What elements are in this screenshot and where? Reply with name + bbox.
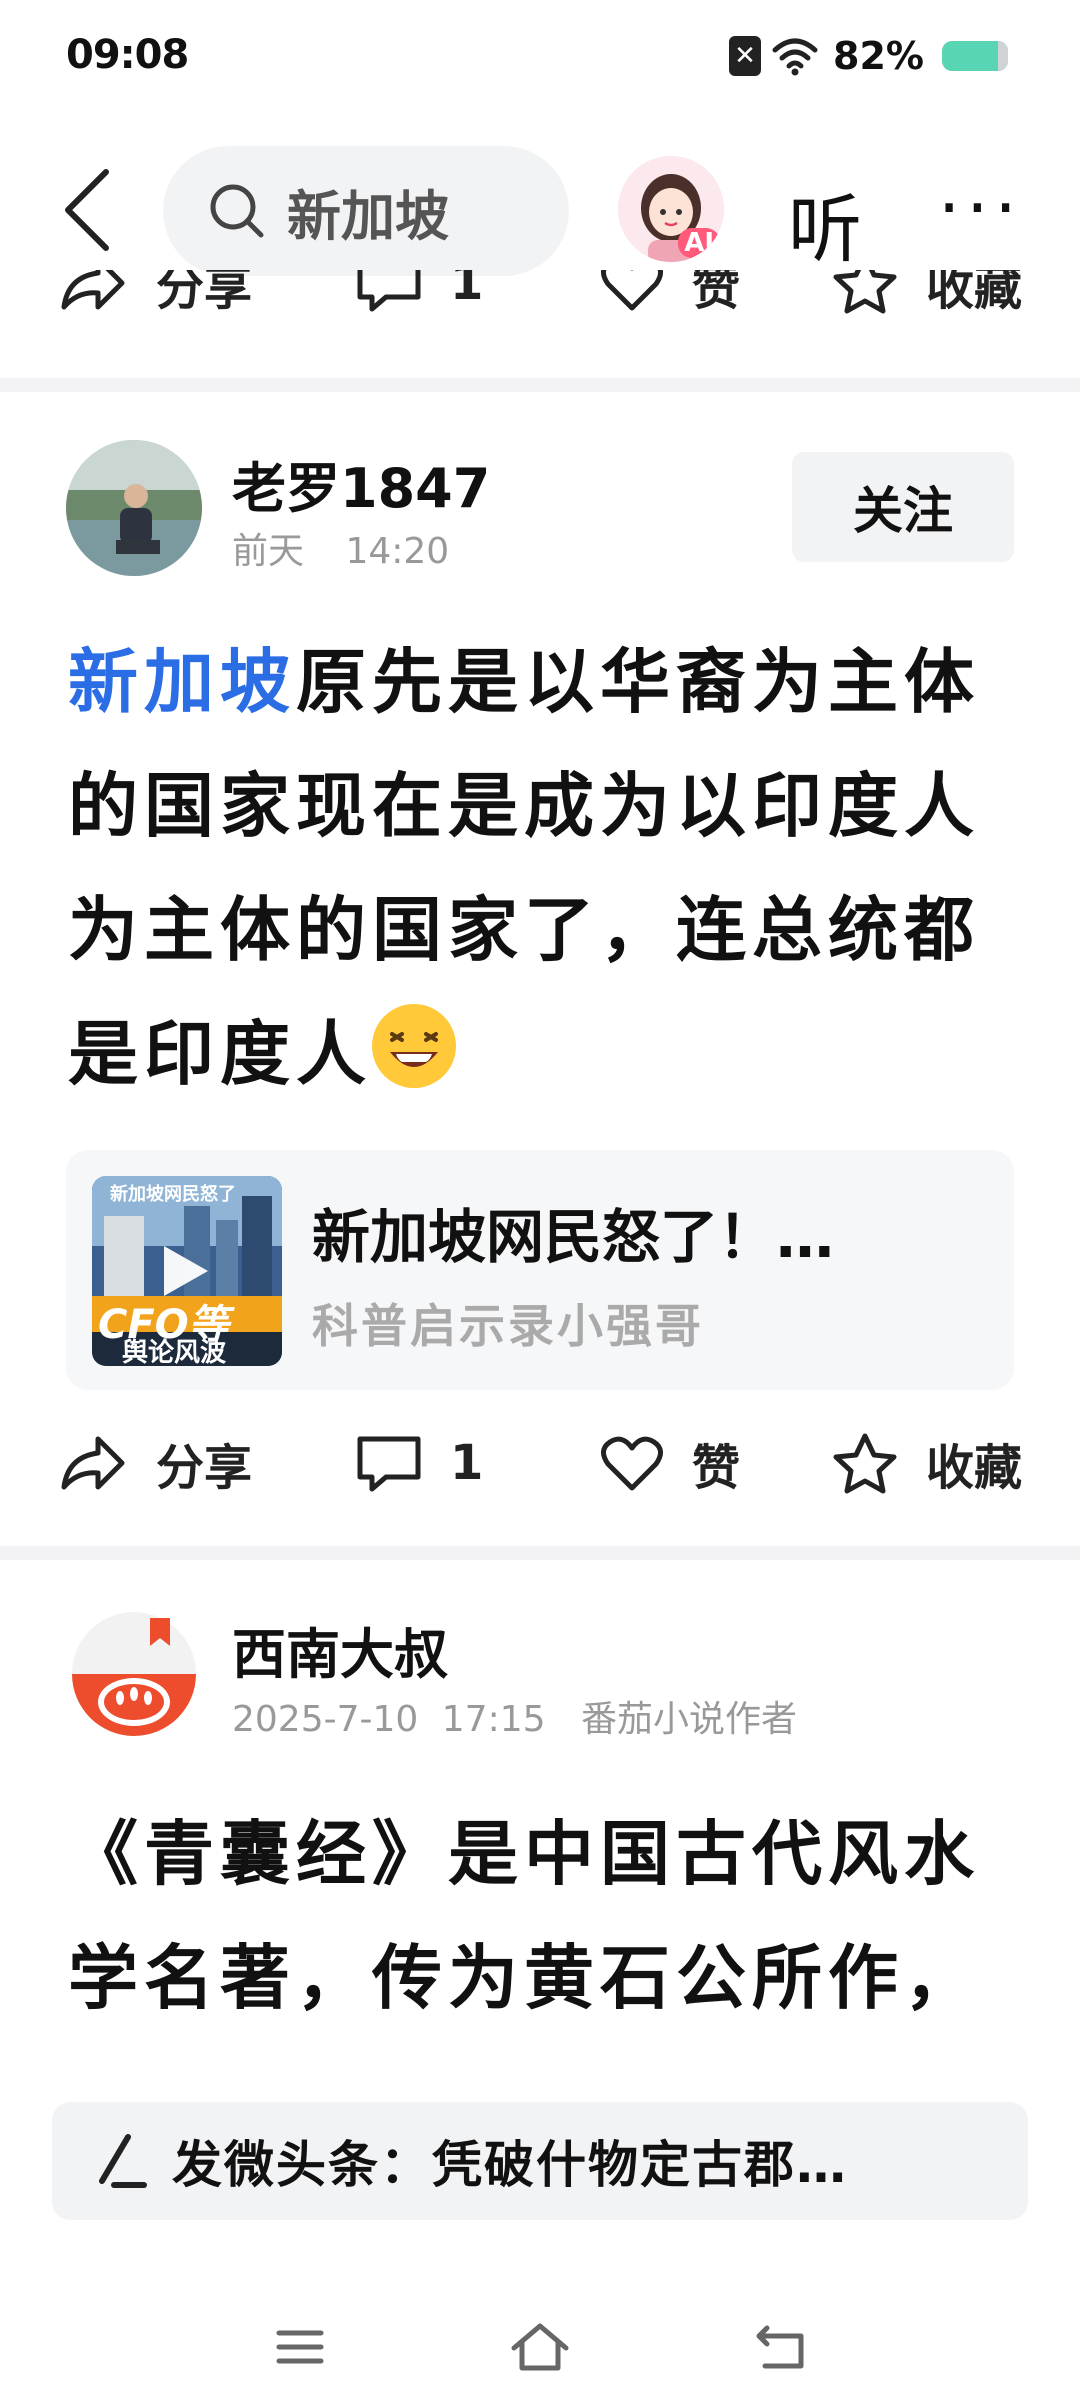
menu-lines-icon bbox=[276, 2330, 324, 2364]
follow-button[interactable]: 关注 bbox=[792, 452, 1014, 562]
share-icon bbox=[61, 270, 125, 310]
heart-icon bbox=[601, 270, 663, 311]
star-icon bbox=[833, 1433, 897, 1494]
like-button-prev[interactable]: 赞 bbox=[600, 270, 740, 318]
laughing-emoji-icon bbox=[372, 1004, 456, 1088]
post-keyword-highlight[interactable]: 新加坡 bbox=[68, 641, 296, 723]
ai-assistant-avatar[interactable]: AI bbox=[618, 156, 724, 262]
star-icon bbox=[833, 270, 897, 314]
post-text[interactable]: 《青囊经》是中国古代风水学名著，传为黄石公所作， bbox=[68, 1792, 1018, 2040]
divider bbox=[0, 378, 1080, 392]
back-nav-icon bbox=[756, 2325, 804, 2369]
search-query: 新加坡 bbox=[287, 184, 449, 248]
system-nav-bar bbox=[0, 2290, 1080, 2400]
favorite-label: 收藏 bbox=[926, 1440, 1023, 1496]
tomato-logo-icon bbox=[66, 1606, 202, 1742]
comment-icon bbox=[357, 270, 421, 312]
back-nav-button[interactable] bbox=[740, 2312, 820, 2382]
linked-video-card[interactable]: 新加坡网民怒了 CFO等 舆论风波 新加坡网民怒了！… 科普启示录小强哥 bbox=[66, 1150, 1014, 1390]
post-date: 前天 bbox=[232, 531, 305, 572]
previous-post-actions: 分享 1 赞 收藏 bbox=[0, 270, 1080, 318]
author-name[interactable]: 老罗1847 bbox=[232, 444, 490, 523]
card-title: 新加坡网民怒了！… bbox=[312, 1203, 835, 1271]
ai-badge: AI bbox=[678, 228, 720, 258]
status-time: 09:08 bbox=[66, 32, 189, 78]
favorite-button[interactable]: 收藏 bbox=[832, 1408, 1022, 1518]
status-icons: ✕ 82% bbox=[729, 34, 1008, 78]
author-avatar[interactable] bbox=[66, 1606, 202, 1742]
comment-count: 1 bbox=[450, 1435, 484, 1491]
comment-count: 1 bbox=[450, 270, 484, 311]
divider bbox=[0, 1546, 1080, 1560]
back-arrow-icon bbox=[65, 169, 109, 251]
pen-icon bbox=[99, 2134, 147, 2188]
home-button[interactable] bbox=[500, 2312, 580, 2382]
status-bar: 09:08 ✕ 82% bbox=[0, 0, 1080, 120]
top-nav: 新加坡 AI 听 ··· bbox=[0, 130, 1080, 290]
back-button[interactable] bbox=[52, 160, 122, 260]
favorite-label: 收藏 bbox=[926, 270, 1023, 316]
battery-percent: 82% bbox=[833, 34, 924, 78]
post-actions: 分享 1 赞 收藏 bbox=[0, 1408, 1080, 1518]
home-icon bbox=[511, 2323, 569, 2371]
compose-text: 发微头条：凭破什物定古郡… bbox=[172, 2136, 848, 2194]
battery-icon bbox=[942, 41, 1008, 71]
share-button-prev[interactable]: 分享 bbox=[58, 270, 252, 318]
wifi-icon bbox=[772, 38, 818, 76]
recents-button[interactable] bbox=[260, 2312, 340, 2382]
post-date: 2025-7-10 bbox=[232, 1699, 419, 1740]
author-name[interactable]: 西南大叔 bbox=[232, 1610, 448, 1689]
no-sim-icon: ✕ bbox=[729, 36, 762, 76]
favorite-button-prev[interactable]: 收藏 bbox=[832, 270, 1022, 318]
listen-button[interactable]: 听 bbox=[788, 170, 862, 277]
like-label: 赞 bbox=[692, 270, 741, 316]
thumb-caption: 新加坡网民怒了 bbox=[110, 1184, 236, 1205]
search-icon bbox=[210, 184, 264, 238]
thumb-overlay-2: 舆论风波 bbox=[122, 1338, 227, 1366]
share-icon bbox=[61, 1436, 125, 1490]
more-menu-button[interactable]: ··· bbox=[938, 173, 1023, 243]
author-avatar[interactable] bbox=[66, 440, 202, 576]
search-box[interactable]: 新加坡 bbox=[163, 146, 569, 276]
video-thumbnail[interactable]: 新加坡网民怒了 CFO等 舆论风波 bbox=[92, 1176, 282, 1366]
comment-button[interactable]: 1 bbox=[356, 1408, 483, 1518]
comment-button-prev[interactable]: 1 bbox=[356, 270, 483, 318]
share-button[interactable]: 分享 bbox=[58, 1408, 252, 1518]
author-tag: 番茄小说作者 bbox=[580, 1699, 797, 1740]
post-text[interactable]: 新加坡原先是以华裔为主体的国家现在是成为以印度人为主体的国家了，连总统都是印度人 bbox=[68, 620, 1018, 1116]
share-label: 分享 bbox=[156, 270, 253, 316]
like-button[interactable]: 赞 bbox=[600, 1408, 740, 1518]
post-time: 17:15 bbox=[441, 1699, 546, 1740]
heart-icon bbox=[601, 1436, 663, 1491]
comment-icon bbox=[357, 1436, 421, 1492]
compose-bar[interactable]: 发微头条：凭破什物定古郡… bbox=[52, 2102, 1028, 2220]
card-source: 科普启示录小强哥 bbox=[312, 1299, 704, 1353]
person-photo-icon bbox=[66, 440, 202, 576]
share-label: 分享 bbox=[156, 1440, 253, 1496]
post-time: 14:20 bbox=[345, 531, 450, 572]
post-meta: 2025-7-10 17:15 番茄小说作者 bbox=[232, 1690, 797, 1742]
post-meta: 前天 14:20 bbox=[232, 522, 449, 574]
like-label: 赞 bbox=[692, 1440, 741, 1496]
